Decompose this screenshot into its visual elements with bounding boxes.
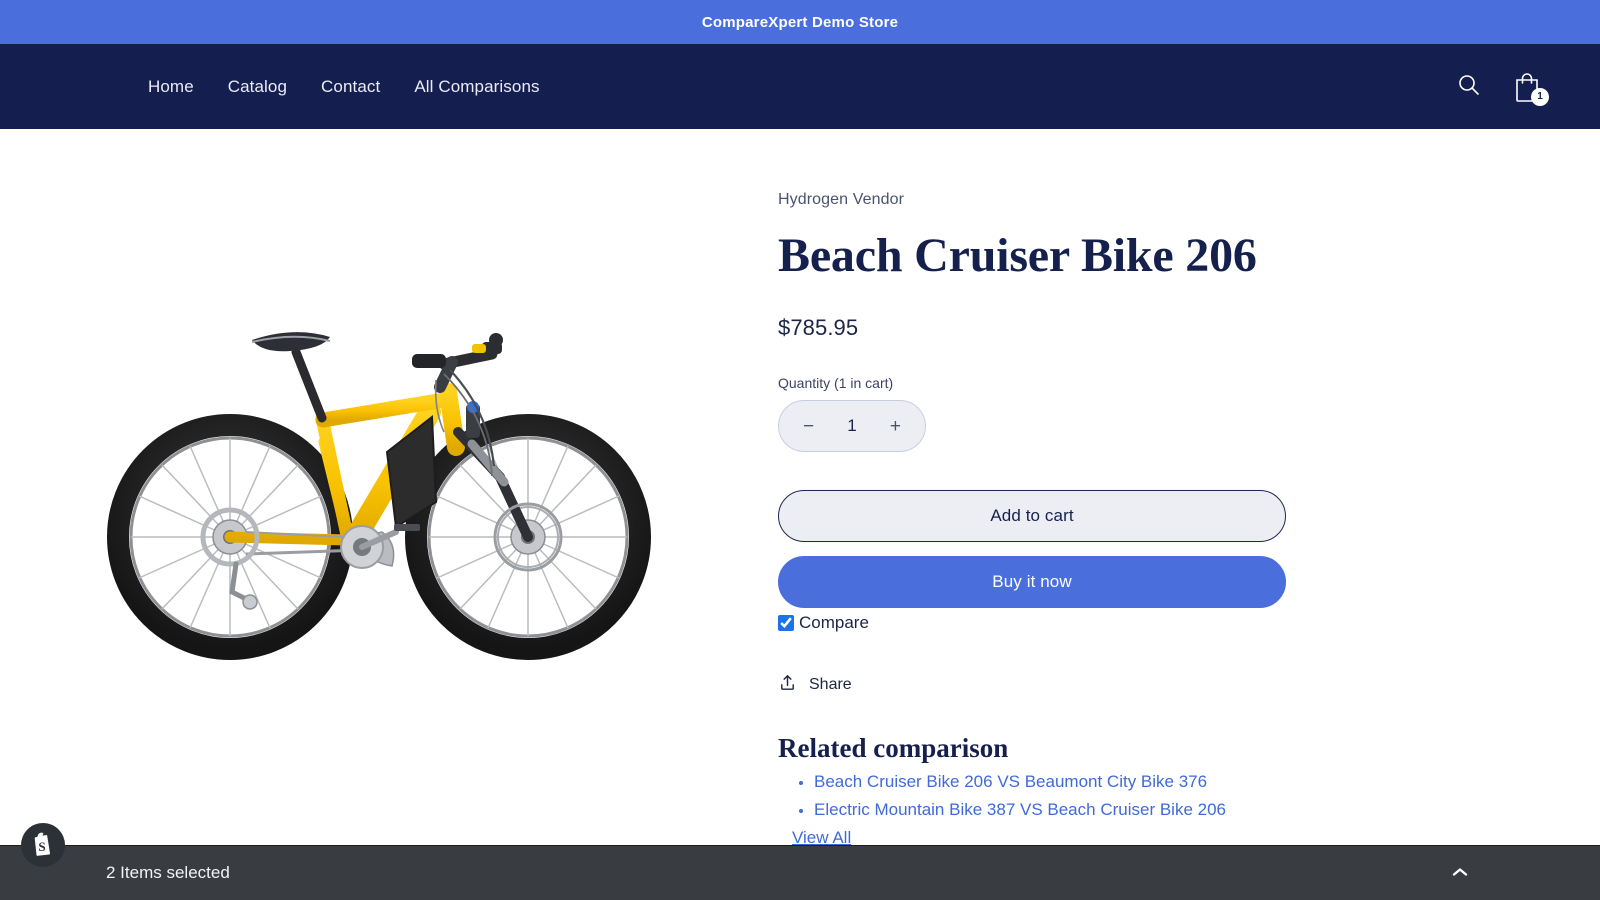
selection-bottom-bar: 2 Items selected xyxy=(0,845,1600,900)
quantity-decrease-button[interactable]: − xyxy=(799,415,818,438)
cart-button[interactable]: 1 xyxy=(1512,70,1549,106)
announcement-bar: CompareXpert Demo Store xyxy=(0,0,1600,44)
related-comparison-list: Beach Cruiser Bike 206 VS Beaumont City … xyxy=(798,772,1600,820)
related-comparison-link-2[interactable]: Electric Mountain Bike 387 VS Beach Crui… xyxy=(814,800,1226,819)
compare-checkbox[interactable] xyxy=(778,615,794,632)
product-vendor: Hydrogen Vendor xyxy=(778,191,905,208)
quantity-label: Quantity (1 in cart) xyxy=(778,375,894,392)
product-details: Hydrogen Vendor Beach Cruiser Bike 206 $… xyxy=(760,129,1600,847)
buy-it-now-button[interactable]: Buy it now xyxy=(778,556,1286,609)
compare-row: Compare xyxy=(778,613,1600,633)
share-icon xyxy=(778,673,797,697)
add-to-cart-button[interactable]: Add to cart xyxy=(778,490,1286,543)
list-item: Electric Mountain Bike 387 VS Beach Crui… xyxy=(814,800,1600,820)
search-button[interactable] xyxy=(1456,72,1482,101)
share-label: Share xyxy=(809,676,852,694)
shopping-bag-icon: 1 xyxy=(1512,70,1549,106)
nav-item-contact[interactable]: Contact xyxy=(321,77,380,97)
nav-item-home[interactable]: Home xyxy=(148,77,194,97)
collapse-bar-button[interactable] xyxy=(1445,865,1475,882)
quantity-increase-button[interactable]: + xyxy=(886,415,905,438)
shopify-bag-icon: S xyxy=(31,830,55,861)
header-actions: 1 xyxy=(1456,70,1556,106)
product-media xyxy=(0,129,760,845)
bike-illustration xyxy=(100,292,660,682)
announcement-text: CompareXpert Demo Store xyxy=(701,13,899,31)
related-comparison-heading: Related comparison xyxy=(778,733,1009,764)
primary-navigation: Home Catalog Contact All Comparisons xyxy=(148,77,540,97)
shopify-chat-button[interactable]: S xyxy=(21,823,65,867)
quantity-value: 1 xyxy=(847,416,857,436)
share-button[interactable]: Share xyxy=(778,673,852,697)
selected-items-text: 2 Items selected xyxy=(106,863,230,882)
search-icon xyxy=(1456,72,1482,101)
related-comparison-link-1[interactable]: Beach Cruiser Bike 206 VS Beaumont City … xyxy=(814,772,1207,791)
product-main: Hydrogen Vendor Beach Cruiser Bike 206 $… xyxy=(0,129,1600,847)
nav-item-catalog[interactable]: Catalog xyxy=(228,77,287,97)
list-item: Beach Cruiser Bike 206 VS Beaumont City … xyxy=(814,772,1600,792)
site-header: Home Catalog Contact All Comparisons 1 xyxy=(0,44,1600,129)
product-page: CompareXpert Demo Store Home Catalog Con… xyxy=(0,0,1600,900)
page-title: Beach Cruiser Bike 206 xyxy=(778,229,1257,282)
chevron-up-icon xyxy=(1451,866,1469,881)
nav-item-all-comparisons[interactable]: All Comparisons xyxy=(414,77,539,97)
cart-count-badge: 1 xyxy=(1531,87,1549,106)
quantity-stepper[interactable]: − 1 + xyxy=(778,400,926,453)
product-image[interactable] xyxy=(100,292,660,682)
product-price: $785.95 xyxy=(778,315,859,341)
compare-label[interactable]: Compare xyxy=(796,613,869,633)
svg-text:S: S xyxy=(38,839,45,854)
